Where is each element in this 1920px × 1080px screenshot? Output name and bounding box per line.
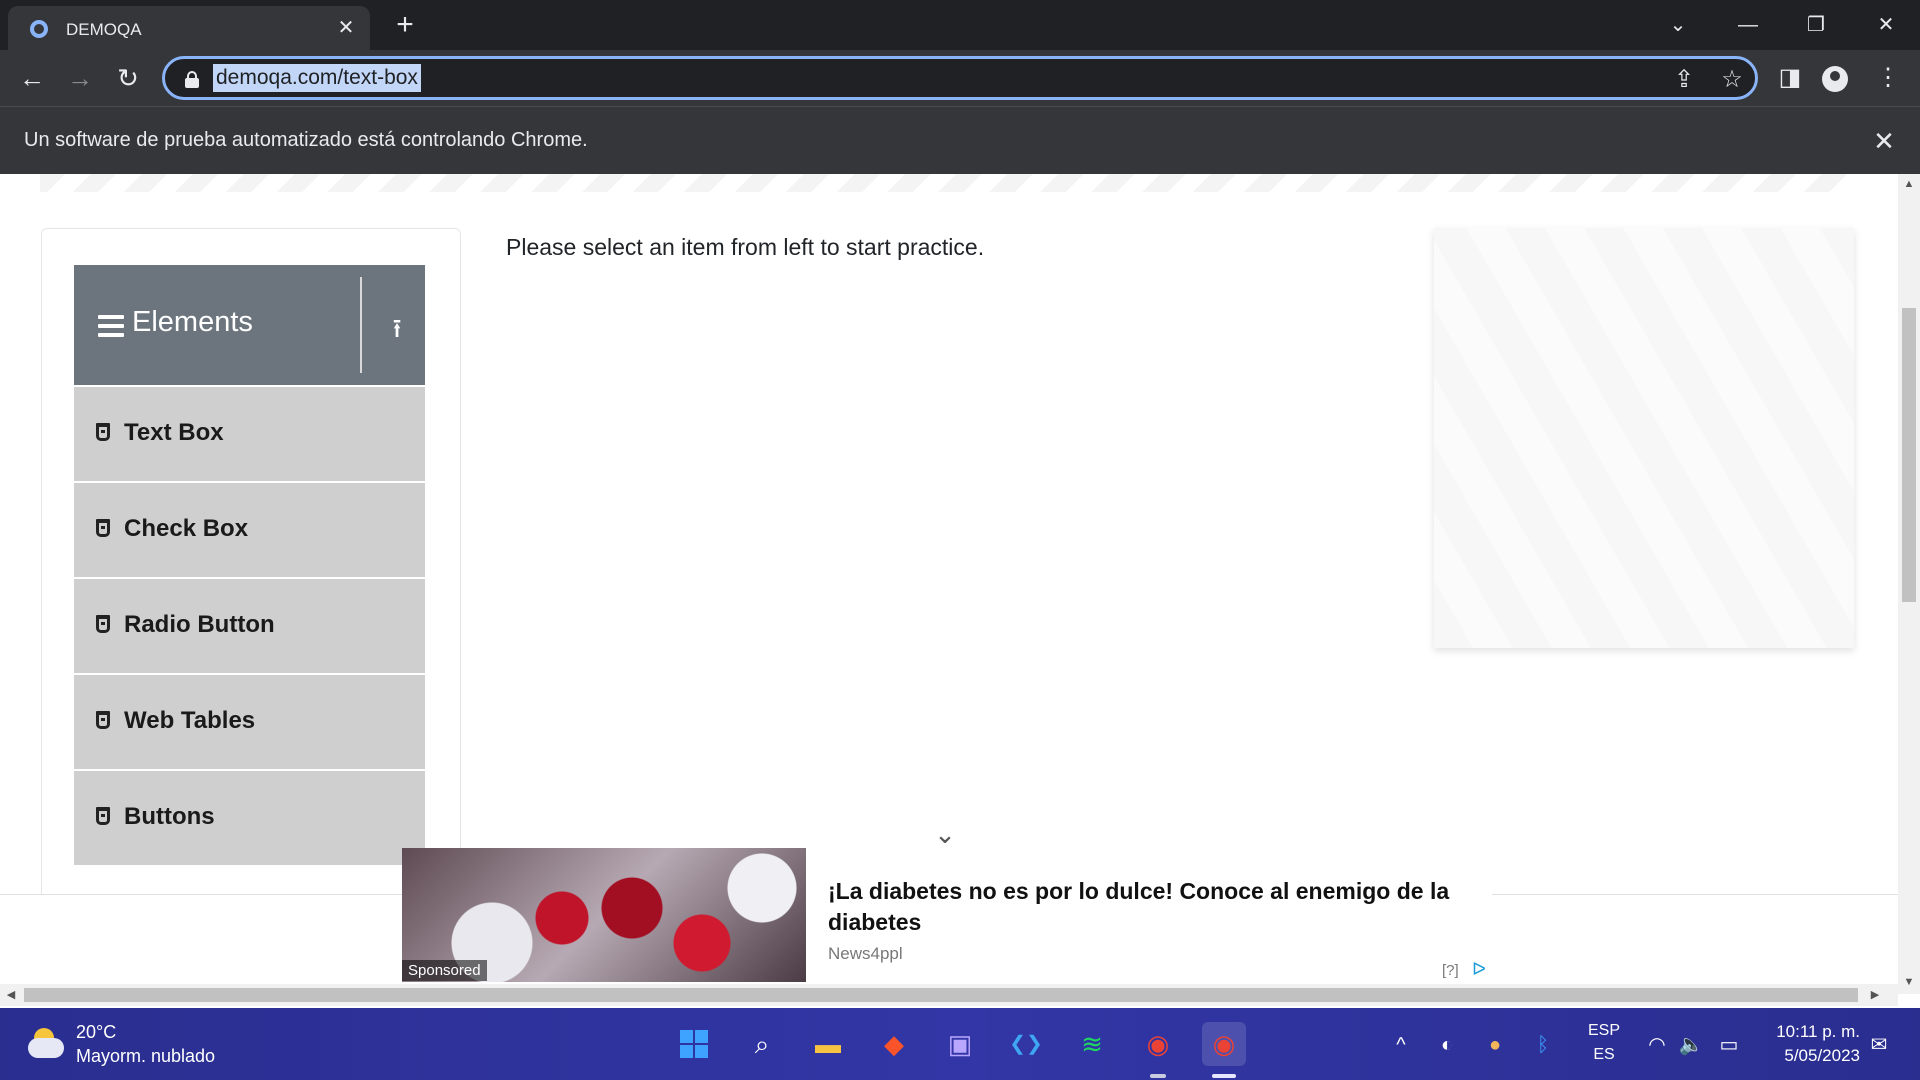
input-language[interactable]: ESP (1586, 1022, 1622, 1040)
menu-item-web-tables[interactable]: Web Tables (74, 673, 425, 769)
horizontal-scroll-thumb[interactable] (24, 988, 1858, 1002)
weather-tray-icon[interactable]: ● (1480, 1030, 1510, 1060)
sponsored-ad[interactable]: Sponsored ¡La diabetes no es por lo dulc… (402, 848, 1492, 982)
right-ad-placeholder (1434, 228, 1854, 648)
menu-item-check-box[interactable]: Check Box (74, 481, 425, 577)
chrome-active-icon[interactable]: ◉ (1202, 1022, 1246, 1078)
reload-icon[interactable]: ↻ (110, 60, 146, 96)
sponsored-label: Sponsored (402, 960, 487, 981)
wifi-icon[interactable]: ◠ (1642, 1030, 1672, 1060)
spotify-icon[interactable]: ≋ (1070, 1022, 1114, 1066)
notifications-icon[interactable]: ✉ (1864, 1030, 1894, 1060)
html5-icon (96, 519, 110, 537)
hamburger-icon (98, 315, 124, 337)
tab-close-icon[interactable]: ✕ (333, 15, 359, 41)
browser-toolbar: ← → ↻ demoqa.com/text-box ⇪ ☆ ◨ ⋮ (0, 50, 1920, 106)
ad-collapse-chevron-icon[interactable]: ⌄ (930, 821, 960, 847)
infobar-message: Un software de prueba automatizado está … (24, 129, 588, 151)
tray-overflow-chevron-icon[interactable]: ^ (1386, 1030, 1416, 1060)
ad-info-badge[interactable]: [?] (1442, 962, 1459, 979)
volume-icon[interactable]: 🔈 (1676, 1030, 1706, 1060)
window-close-icon[interactable]: ✕ (1864, 8, 1908, 42)
battery-icon[interactable]: ▭ (1714, 1030, 1744, 1060)
running-indicator (1150, 1074, 1166, 1078)
html5-icon (96, 423, 110, 441)
bookmark-star-icon[interactable]: ☆ (1717, 65, 1747, 95)
browser-titlebar: DEMOQA ✕ + ⌄ — ❐ ✕ (0, 0, 1920, 50)
vscode-icon[interactable]: ❮❯ (1004, 1022, 1048, 1066)
minimize-icon[interactable]: — (1726, 8, 1770, 42)
vertical-scrollbar[interactable]: ▲ ▼ (1898, 174, 1920, 994)
app-launcher-icon[interactable]: ▣ (938, 1022, 982, 1066)
elements-menu-list: Text Box Check Box Radio Button Web Tabl… (74, 385, 425, 865)
chrome-glyph: ◉ (1146, 1029, 1170, 1059)
vertical-scroll-thumb[interactable] (1902, 308, 1916, 602)
menu-item-radio-button[interactable]: Radio Button (74, 577, 425, 673)
menu-item-label: Text Box (124, 419, 224, 446)
scroll-up-icon[interactable]: ▲ (1902, 178, 1916, 192)
keyboard-layout[interactable]: ES (1586, 1046, 1622, 1064)
page-viewport: Elements ⭱ Text Box Check Box Radio Butt… (0, 174, 1898, 994)
clock-date[interactable]: 5/05/2023 (1764, 1046, 1860, 1066)
scroll-left-icon[interactable]: ◀ (4, 988, 18, 1002)
back-icon[interactable]: ← (14, 60, 50, 96)
infobar-close-icon[interactable]: ✕ (1866, 123, 1902, 159)
elements-group-header[interactable]: Elements ⭱ (74, 265, 425, 385)
html5-icon (96, 615, 110, 633)
chrome-glyph: ◉ (1212, 1029, 1236, 1059)
menu-item-buttons[interactable]: Buttons (74, 769, 425, 865)
lock-icon[interactable] (185, 71, 199, 88)
weather-temperature[interactable]: 20°C (76, 1022, 116, 1043)
bluetooth-icon[interactable]: ᛒ (1528, 1030, 1558, 1060)
address-bar[interactable]: demoqa.com/text-box ⇪ ☆ (162, 56, 1758, 100)
html5-icon (96, 711, 110, 729)
scroll-right-icon[interactable]: ▶ (1868, 988, 1882, 1002)
scroll-down-icon[interactable]: ▼ (1902, 976, 1916, 990)
restore-icon[interactable]: ❐ (1794, 8, 1838, 42)
menu-item-text-box[interactable]: Text Box (74, 385, 425, 481)
group-divider (360, 277, 362, 373)
forward-icon[interactable]: → (62, 60, 98, 96)
ad-source: News4ppl (828, 944, 903, 963)
tab-title: DEMOQA (66, 20, 142, 39)
share-icon[interactable]: ⇪ (1669, 65, 1699, 95)
horizontal-scrollbar[interactable]: ◀ ▶ (0, 984, 1898, 1006)
html5-icon (96, 807, 110, 825)
brave-browser-icon[interactable]: ◆ (872, 1022, 916, 1066)
profile-avatar-icon[interactable] (1822, 66, 1848, 92)
chrome-menu-icon[interactable]: ⋮ (1870, 60, 1906, 96)
search-icon[interactable]: ⌕ (740, 1022, 784, 1066)
globe-icon (30, 20, 48, 38)
menu-item-label: Web Tables (124, 707, 256, 734)
browser-tab[interactable]: DEMOQA ✕ (8, 6, 370, 50)
menu-item-label: Radio Button (124, 611, 275, 638)
obs-tray-icon[interactable]: ◐ (1432, 1030, 1462, 1060)
windows-taskbar: 20°C Mayorm. nublado ⌕ ▬ ◆ ▣ ❮❯ ≋ ◉ ◉ ^ … (0, 1008, 1920, 1080)
menu-item-label: Buttons (124, 803, 215, 830)
chrome-icon[interactable]: ◉ (1136, 1022, 1180, 1078)
practice-instruction: Please select an item from left to start… (506, 234, 985, 260)
url-text[interactable]: demoqa.com/text-box (213, 64, 421, 92)
automation-infobar: Un software de prueba automatizado está … (0, 106, 1920, 174)
ad-headline[interactable]: ¡La diabetes no es por lo dulce! Conoce … (828, 876, 1488, 938)
tab-search-icon[interactable]: ⌄ (1656, 8, 1700, 42)
side-panel-icon[interactable]: ◨ (1772, 60, 1808, 96)
weather-cloudy-icon[interactable] (26, 1026, 66, 1060)
file-explorer-icon[interactable]: ▬ (806, 1022, 850, 1066)
active-indicator (1212, 1074, 1236, 1078)
new-tab-button[interactable]: + (388, 10, 422, 44)
adchoices-icon[interactable]: ᐅ (1472, 960, 1490, 978)
group-title: Elements (132, 306, 253, 338)
clock-time[interactable]: 10:11 p. m. (1764, 1022, 1860, 1042)
menu-item-label: Check Box (124, 515, 249, 542)
weather-description[interactable]: Mayorm. nublado (76, 1046, 215, 1067)
header-banner-pattern (40, 174, 1850, 192)
collapse-arrow-icon[interactable]: ⭱ (384, 315, 410, 341)
start-menu-icon[interactable] (672, 1022, 716, 1066)
